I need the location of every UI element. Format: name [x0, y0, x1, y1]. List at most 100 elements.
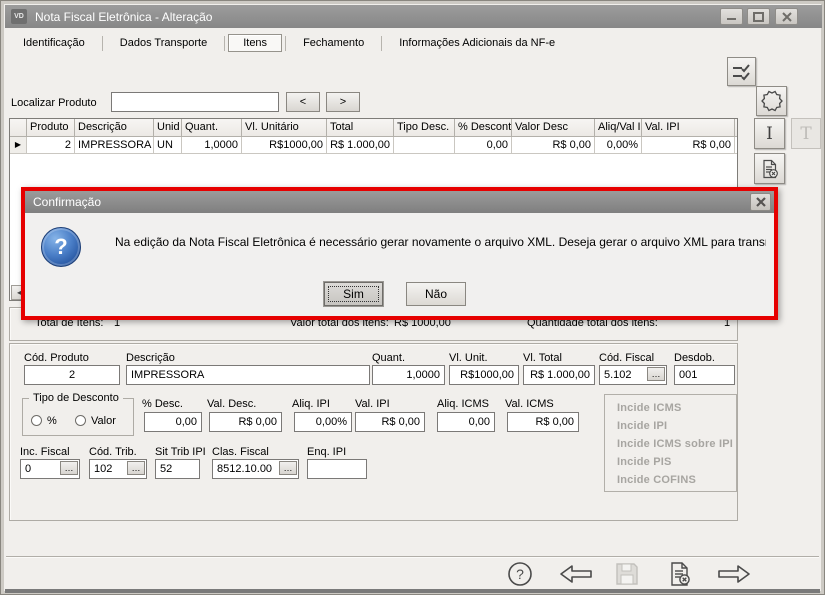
aliq-ipi-input[interactable]	[294, 412, 352, 432]
arrow-left-icon	[559, 563, 593, 585]
toolbar-separator	[6, 556, 819, 557]
search-label: Localizar Produto	[11, 97, 97, 109]
close-icon	[756, 197, 766, 207]
grid-cell[interactable]: 1,0000	[182, 137, 242, 154]
close-button[interactable]	[775, 8, 798, 25]
pct-desc-input[interactable]	[144, 412, 202, 432]
grid-selector-header[interactable]	[10, 119, 27, 137]
checklist-button[interactable]	[727, 57, 756, 86]
dialog-title-bar[interactable]: Confirmação	[25, 191, 774, 213]
vl-unit-input[interactable]	[449, 365, 519, 385]
grid-cell[interactable]: 2	[27, 137, 75, 154]
val-icms-label: Val. ICMS	[505, 398, 554, 410]
inc-fiscal-label: Inc. Fiscal	[20, 446, 70, 458]
enq-ipi-input[interactable]	[307, 459, 367, 479]
grid-column-header[interactable]: Vl. Unitário	[242, 119, 327, 137]
grid-column-header[interactable]: Val. IPI	[642, 119, 735, 137]
radio-valor[interactable]	[75, 415, 86, 426]
quant-input[interactable]	[372, 365, 445, 385]
maximize-button[interactable]	[747, 8, 770, 25]
prev-product-button[interactable]: <	[286, 92, 320, 112]
app-icon: VD	[11, 9, 27, 24]
help-button[interactable]: ?	[506, 560, 534, 588]
grid-column-header[interactable]: Descrição	[75, 119, 154, 137]
grid-column-header[interactable]: Quant.	[182, 119, 242, 137]
grid-column-header[interactable]: Tipo Desc.	[394, 119, 455, 137]
descricao-label: Descrição	[126, 352, 175, 364]
next-product-button[interactable]: >	[326, 92, 360, 112]
seal-star-icon	[761, 90, 783, 112]
grid-cell[interactable]: UN	[154, 137, 182, 154]
current-row-marker[interactable]: ▶	[10, 137, 27, 154]
inc-fiscal-lookup-button[interactable]: …	[60, 461, 78, 475]
grid-column-header[interactable]: % Desconto	[455, 119, 512, 137]
tab-fechamento[interactable]: Fechamento	[289, 35, 378, 51]
val-desc-input[interactable]	[209, 412, 282, 432]
grid-cell[interactable]: R$ 1.000,00	[327, 137, 394, 154]
grid-column-header[interactable]: Produto	[27, 119, 75, 137]
grid-column-header[interactable]: E	[735, 119, 738, 137]
cod-fiscal-field: …	[599, 365, 667, 385]
aliq-ipi-label: Aliq. IPI	[292, 398, 330, 410]
desdob-input[interactable]	[674, 365, 735, 385]
grid-cell[interactable]: R$ 0,00	[512, 137, 595, 154]
tipo-desconto-label: Tipo de Desconto	[29, 392, 123, 404]
cancel-document-button[interactable]	[754, 153, 785, 184]
vl-total-input[interactable]	[523, 365, 595, 385]
tab-itens[interactable]: Itens	[228, 34, 282, 52]
grid-column-header[interactable]: Total	[327, 119, 394, 137]
document-cancel-icon	[667, 561, 693, 587]
letter-i-icon: I	[766, 124, 773, 144]
cod-trib-lookup-button[interactable]: …	[127, 461, 145, 475]
no-button[interactable]: Não	[406, 282, 466, 306]
val-ipi-input[interactable]	[355, 412, 425, 432]
vl-total-label: Vl. Total	[523, 352, 562, 364]
aliq-icms-label: Aliq. ICMS	[437, 398, 489, 410]
grid-cell[interactable]	[394, 137, 455, 154]
item-detail-groupbox: Cód. Produto Descrição Quant. Vl. Unit. …	[9, 343, 738, 521]
grid-cell[interactable]: R$ 0,00	[642, 137, 735, 154]
cod-trib-field: …	[89, 459, 147, 479]
window-bottom-edge	[5, 589, 820, 593]
title-bar[interactable]: VD Nota Fiscal Eletrônica - Alteração	[5, 5, 822, 28]
save-button-disabled	[614, 561, 640, 587]
cancel-nfe-button[interactable]	[666, 560, 694, 588]
grid-cell[interactable]: R$1000,00	[242, 137, 327, 154]
aliq-icms-input[interactable]	[437, 412, 495, 432]
tab-informacoes-adicionais[interactable]: Informações Adicionais da NF-e	[385, 35, 569, 51]
grid-cell[interactable]	[735, 137, 738, 154]
grid-column-header[interactable]: Unid	[154, 119, 182, 137]
seal-button[interactable]	[756, 86, 787, 116]
tipo-desconto-fieldset: Tipo de Desconto % Valor	[22, 398, 134, 436]
italic-button[interactable]: I	[754, 118, 785, 149]
incide-listbox: Incide ICMS Incide IPI Incide ICMS sobre…	[604, 394, 737, 492]
yes-button[interactable]: Sim	[324, 282, 383, 306]
clas-fiscal-lookup-button[interactable]: …	[279, 461, 297, 475]
tab-bar: Identificação Dados Transporte Itens Fec…	[9, 31, 569, 55]
minimize-button[interactable]	[720, 8, 743, 25]
next-button[interactable]	[717, 563, 751, 585]
clas-fiscal-field: …	[212, 459, 299, 479]
sit-trib-ipi-input[interactable]	[155, 459, 200, 479]
desdob-label: Desdob.	[674, 352, 715, 364]
radio-percent[interactable]	[31, 415, 42, 426]
grid-column-header[interactable]: Valor Desc	[512, 119, 595, 137]
document-cancel-icon	[760, 159, 780, 179]
descricao-input[interactable]	[126, 365, 370, 385]
tab-dados-transporte[interactable]: Dados Transporte	[106, 35, 221, 51]
tab-identificacao[interactable]: Identificação	[9, 35, 99, 51]
tab-separator	[381, 36, 382, 51]
search-input[interactable]	[111, 92, 279, 112]
grid-cell[interactable]: IMPRESSORA	[75, 137, 154, 154]
tab-separator	[285, 36, 286, 51]
val-icms-input[interactable]	[507, 412, 579, 432]
window-title: Nota Fiscal Eletrônica - Alteração	[35, 10, 212, 24]
grid-cell[interactable]: 0,00	[455, 137, 512, 154]
dialog-close-button[interactable]	[750, 193, 771, 211]
grid-cell[interactable]: 0,00%	[595, 137, 642, 154]
checklist-icon	[731, 62, 752, 82]
grid-column-header[interactable]: Aliq/Val IP	[595, 119, 642, 137]
cod-produto-input[interactable]	[24, 365, 120, 385]
cod-fiscal-lookup-button[interactable]: …	[647, 367, 665, 381]
previous-button[interactable]	[559, 563, 593, 585]
